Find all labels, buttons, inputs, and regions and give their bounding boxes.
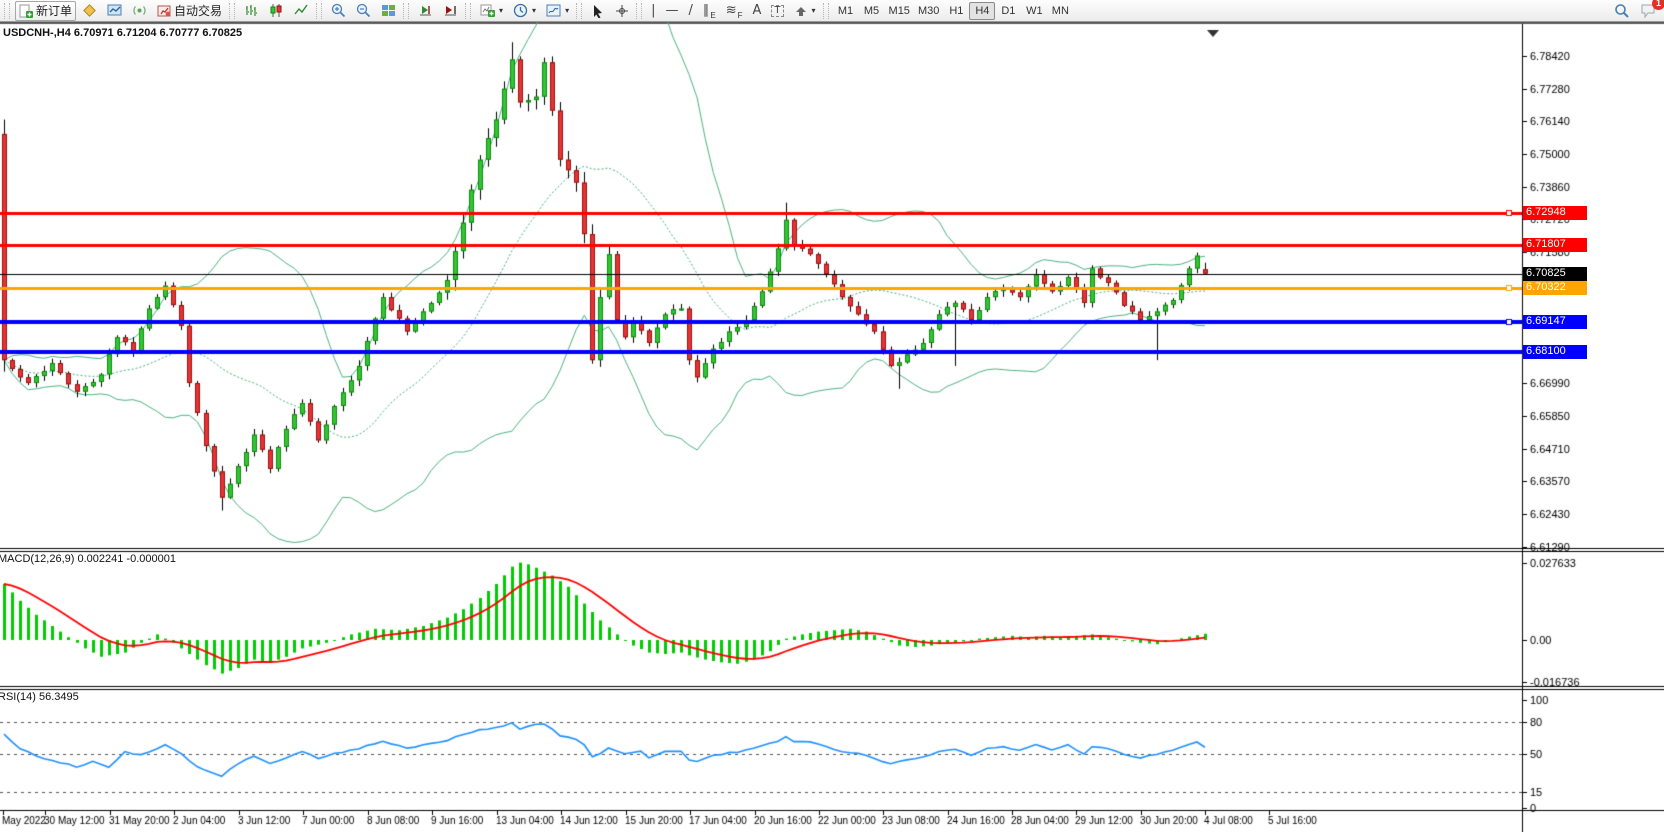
chart-shift-icon	[443, 3, 458, 18]
text-label-icon: T	[771, 5, 783, 17]
timeframe-button-m1[interactable]: M1	[833, 2, 859, 20]
timeframe-button-mn[interactable]: MN	[1047, 2, 1073, 20]
candlestick-chart-button[interactable]	[265, 1, 288, 21]
timeframe-button-d1[interactable]: D1	[995, 2, 1021, 20]
autotrading-button[interactable]: 自动交易	[153, 1, 226, 21]
toolbar-grip[interactable]	[229, 3, 235, 19]
channel-icon: ∥	[703, 4, 710, 17]
vertical-line-tool-button[interactable]: |	[647, 1, 659, 21]
autotrading-label: 自动交易	[174, 2, 222, 19]
toolbar-grip[interactable]	[823, 3, 829, 19]
zoom-out-button[interactable]	[352, 1, 375, 21]
fibonacci-sub-label: F	[738, 11, 743, 20]
toolbar-grip[interactable]	[576, 3, 582, 19]
timeframe-button-m15[interactable]: M15	[885, 2, 914, 20]
toolbar-grip[interactable]	[316, 3, 322, 19]
new-order-label: 新订单	[36, 2, 72, 19]
bar-chart-button[interactable]	[240, 1, 263, 21]
periods-button[interactable]: ▾	[509, 1, 540, 21]
chart-shift-button[interactable]	[439, 1, 462, 21]
main-toolbar: 新订单 自动交易 ▾ ▾	[0, 0, 1664, 22]
timeframe-group: M1M5M15M30H1H4D1W1MN	[833, 2, 1074, 20]
templates-caret-icon: ▾	[565, 6, 569, 15]
signals-button[interactable]	[128, 1, 151, 21]
fibonacci-icon: ≋	[726, 4, 737, 17]
periods-icon	[513, 3, 528, 18]
candlestick-chart-icon	[269, 3, 284, 18]
horizontal-line-icon: —	[665, 4, 678, 17]
autotrading-icon	[157, 4, 171, 18]
templates-button[interactable]: ▾	[542, 1, 573, 21]
notification-badge: 1	[1652, 0, 1664, 10]
chart-window: USDCNH-,H4 6.70971 6.71204 6.70777 6.708…	[0, 22, 1664, 832]
market-watch-icon	[82, 3, 97, 18]
market-watch-button[interactable]	[78, 1, 101, 21]
new-order-icon	[19, 4, 33, 18]
cursor-tool-button[interactable]	[587, 1, 609, 21]
text-icon: A	[753, 4, 762, 17]
timeframe-button-w1[interactable]: W1	[1021, 2, 1047, 20]
tile-windows-button[interactable]	[377, 1, 400, 21]
crosshair-icon	[615, 4, 629, 18]
timeframe-button-m30[interactable]: M30	[914, 2, 943, 20]
chart-canvas[interactable]	[0, 22, 1664, 832]
periods-caret-icon: ▾	[532, 6, 536, 15]
search-icon	[1614, 3, 1630, 19]
horizontal-line-tool-button[interactable]: —	[661, 1, 682, 21]
line-chart-icon	[294, 3, 309, 18]
timeframe-button-h1[interactable]: H1	[943, 2, 969, 20]
channel-sub-label: E	[710, 11, 715, 20]
channel-tool-button[interactable]: ∥E	[699, 1, 720, 21]
vertical-line-icon: |	[651, 4, 655, 17]
timeframe-button-h4[interactable]: H4	[969, 2, 995, 20]
arrows-tool-button[interactable]: ▾	[790, 1, 820, 21]
toolbar-grip[interactable]	[465, 3, 471, 19]
text-tool-button[interactable]: A	[749, 1, 766, 21]
auto-scroll-button[interactable]	[414, 1, 437, 21]
signals-icon	[132, 3, 147, 18]
arrows-icon	[794, 4, 808, 18]
charts-window-button[interactable]	[103, 1, 126, 21]
zoom-in-icon	[331, 3, 346, 18]
fibonacci-tool-button[interactable]: ≋F	[722, 1, 747, 21]
auto-scroll-icon	[418, 3, 433, 18]
bar-chart-icon	[244, 3, 259, 18]
toolbar-grip[interactable]	[4, 3, 10, 19]
new-order-button[interactable]: 新订单	[15, 1, 76, 21]
indicators-caret-icon: ▾	[499, 6, 503, 15]
arrows-caret-icon: ▾	[812, 6, 816, 15]
toolbar-grip[interactable]	[403, 3, 409, 19]
tile-windows-icon	[381, 3, 396, 18]
charts-window-icon	[107, 3, 122, 18]
search-button[interactable]	[1610, 1, 1634, 21]
crosshair-tool-button[interactable]	[611, 1, 633, 21]
indicators-button[interactable]: ▾	[476, 1, 507, 21]
cursor-icon	[591, 4, 605, 18]
trendline-tool-button[interactable]: /	[684, 1, 696, 21]
trendline-icon: /	[688, 4, 692, 17]
line-chart-button[interactable]	[290, 1, 313, 21]
toolbar-grip[interactable]	[636, 3, 642, 19]
text-label-tool-button[interactable]: T	[767, 1, 787, 21]
timeframe-button-m5[interactable]: M5	[859, 2, 885, 20]
templates-icon	[546, 3, 561, 18]
zoom-in-button[interactable]	[327, 1, 350, 21]
indicators-icon	[480, 3, 495, 18]
notifications-button[interactable]: 1	[1636, 0, 1661, 22]
zoom-out-icon	[356, 3, 371, 18]
